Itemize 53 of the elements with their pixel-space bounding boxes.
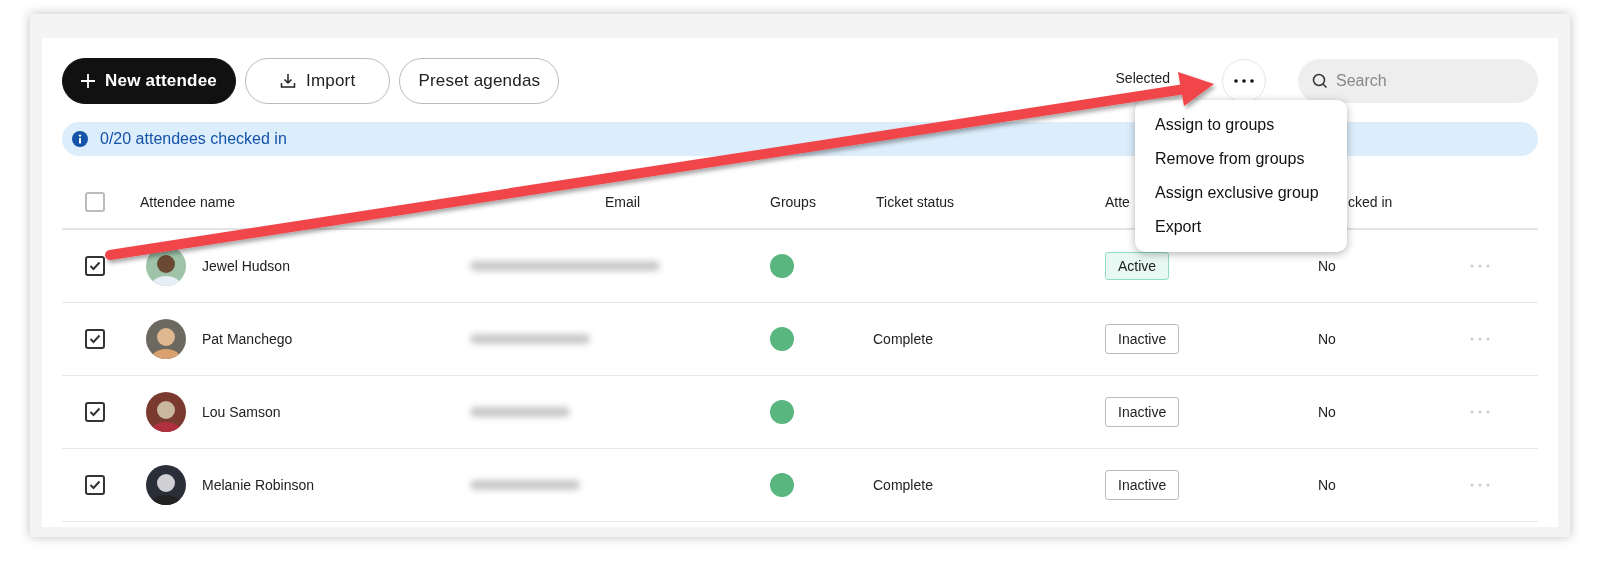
group-dot (770, 254, 794, 278)
group-dot (770, 400, 794, 424)
more-icon[interactable] (1470, 264, 1490, 268)
check-icon (89, 334, 101, 344)
column-header: Atte (1105, 193, 1130, 210)
more-icon[interactable] (1470, 410, 1490, 414)
row-checkbox[interactable] (85, 256, 105, 276)
column-header: Email (605, 193, 640, 210)
row-checkbox[interactable] (85, 475, 105, 495)
checked-in-value: No (1318, 331, 1336, 347)
group-dot (770, 327, 794, 351)
row-checkbox[interactable] (85, 402, 105, 422)
banner-text: 0/20 attendees checked in (100, 130, 287, 148)
attendee-name: Pat Manchego (202, 331, 293, 347)
menu-item[interactable]: Assign exclusive group (1135, 176, 1347, 210)
attendance-badge: Inactive (1105, 324, 1180, 354)
ticket-status: Complete (873, 331, 933, 347)
attendance-badge: Active (1105, 252, 1170, 280)
group-dot (770, 473, 794, 497)
ticket-status: Complete (873, 477, 933, 493)
info-icon (72, 131, 88, 147)
new-attendee-button[interactable]: New attendee (62, 58, 236, 104)
column-header: Groups (770, 193, 816, 210)
check-icon (89, 407, 101, 417)
more-icon[interactable] (1470, 337, 1490, 341)
import-button[interactable]: Import (245, 58, 391, 104)
preset-button[interactable]: Preset agendas (399, 58, 560, 104)
check-icon (89, 480, 101, 490)
search-field[interactable]: Search (1298, 59, 1538, 103)
more-icon[interactable] (1470, 483, 1490, 487)
download-icon (280, 73, 296, 89)
menu-item[interactable]: Remove from groups (1135, 142, 1347, 176)
checked-in-value: No (1318, 477, 1336, 493)
menu-item[interactable]: Assign to groups (1135, 108, 1347, 142)
attendee-name: Lou Samson (202, 404, 281, 420)
more-button[interactable] (1222, 59, 1266, 103)
column-header: Ticket status (876, 193, 955, 210)
ellipsis-icon (1234, 79, 1254, 83)
column-header: Attendee name (140, 193, 235, 210)
plus-icon (81, 74, 95, 88)
attendee-name: Melanie Robinson (202, 477, 315, 493)
search-icon (1312, 73, 1328, 89)
attendance-badge: Inactive (1105, 397, 1180, 427)
attendee-name: Jewel Hudson (202, 258, 290, 274)
checked-in-value: No (1318, 258, 1336, 274)
column-header: cked in (1348, 193, 1393, 210)
checked-in-value: No (1318, 404, 1336, 420)
attendance-badge: Inactive (1105, 470, 1180, 500)
selected-label: Selected (1115, 70, 1170, 86)
select-all-checkbox[interactable] (85, 191, 105, 212)
menu-item[interactable]: Export (1135, 210, 1347, 244)
row-checkbox[interactable] (85, 329, 105, 349)
check-icon (89, 261, 101, 271)
